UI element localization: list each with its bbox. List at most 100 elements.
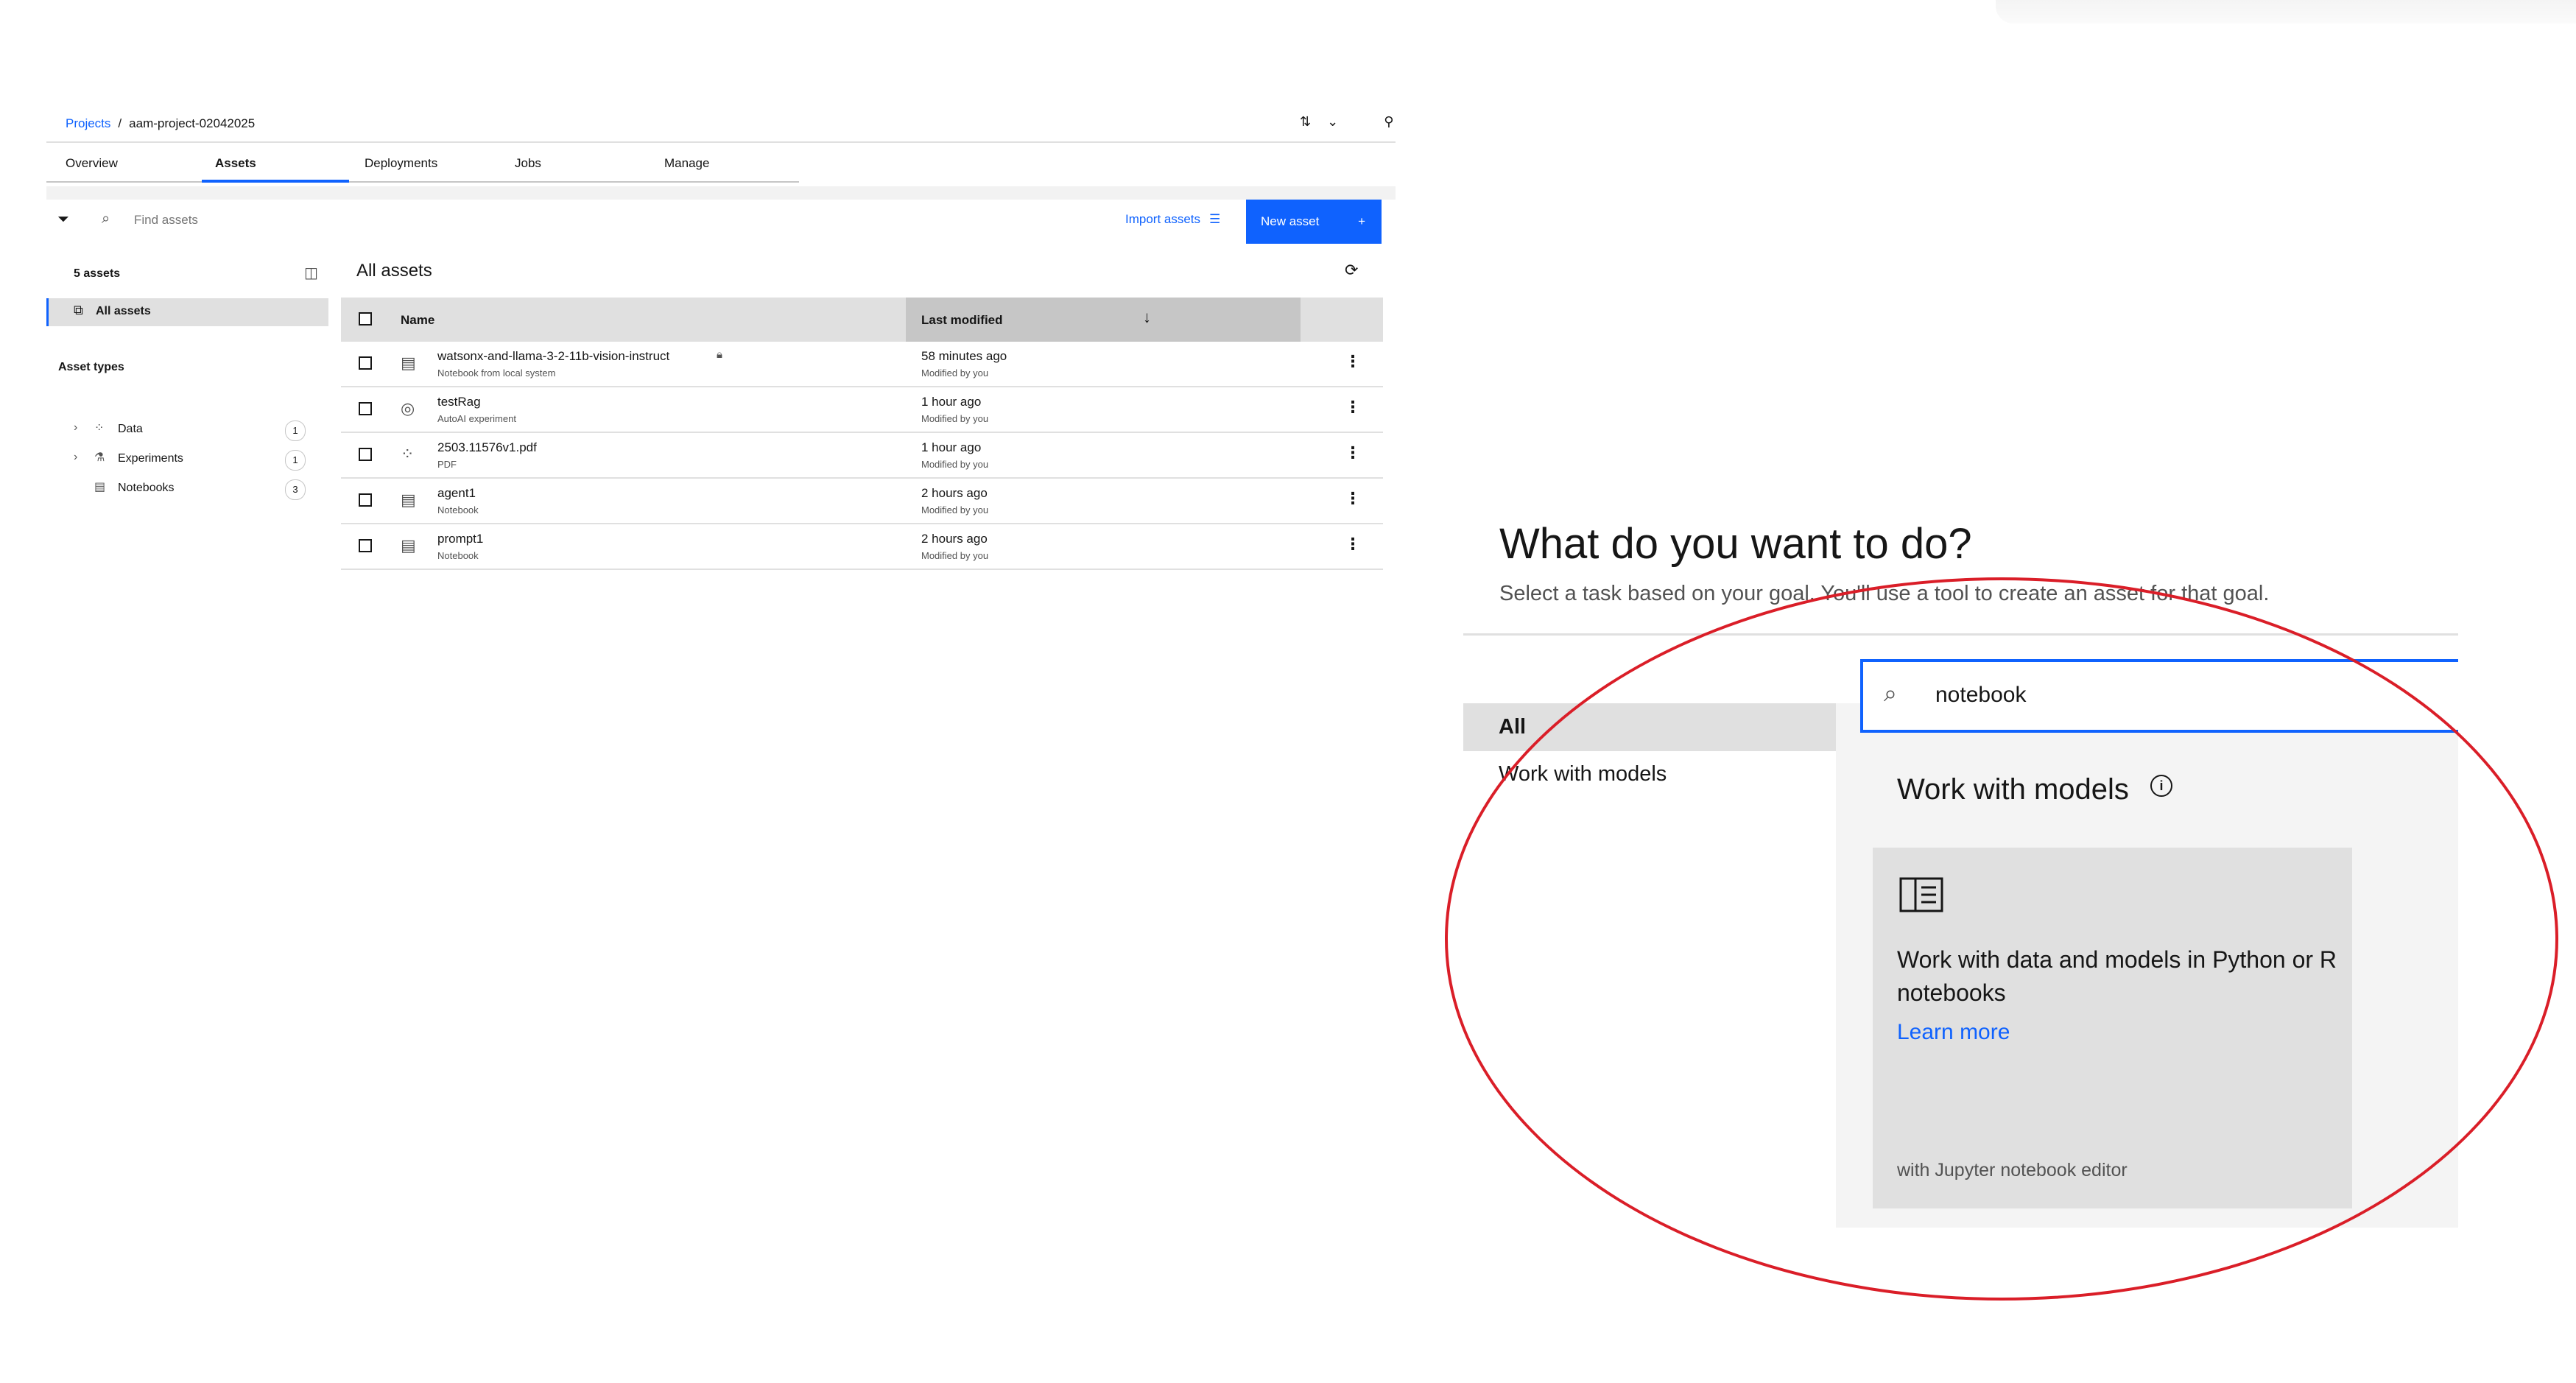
overflow-menu-icon[interactable]: ⋮ [1345,489,1361,508]
row-checkbox[interactable] [359,356,372,370]
sidebar-item-all-assets[interactable]: ⧉ All assets [46,298,328,326]
task-search-input[interactable] [1934,678,2379,712]
asset-name[interactable]: prompt1 [437,532,483,546]
experiment-icon: ◎ [401,399,415,418]
tab-manage[interactable]: Manage [664,156,709,171]
notebook-icon [1899,877,1943,912]
notebook-icon: ▤ [401,353,416,372]
new-asset-button[interactable]: New asset + [1246,200,1382,244]
tab-deployments[interactable]: Deployments [365,156,437,171]
category-label: All [1499,715,1527,739]
info-icon[interactable]: i [2150,775,2172,797]
chevron-right-icon[interactable]: › [74,421,77,434]
asset-name[interactable]: 2503.11576v1.pdf [437,440,537,455]
overflow-menu-icon[interactable]: ⋮ [1345,398,1361,417]
modified-by: Modified by you [921,459,989,470]
search-icon: ⌕ [102,211,110,227]
sidebar-item-notebooks[interactable]: ▤ Notebooks 3 [74,479,306,500]
lock-icon: 🔒︎ [717,348,722,361]
count-badge: 3 [285,479,306,500]
task-dialog-subtitle: Select a task based on your goal. You'll… [1499,582,2270,605]
import-assets-label: Import assets [1125,212,1201,226]
asset-types-heading: Asset types [58,361,124,373]
asset-name[interactable]: testRag [437,395,481,409]
asset-type: Notebook [437,504,479,515]
transfer-icon[interactable]: ⇅ [1300,114,1311,130]
tab-jobs[interactable]: Jobs [515,156,541,171]
chevron-right-icon[interactable]: › [74,451,77,464]
breadcrumb-current: aam-project-02042025 [129,116,256,130]
sidebar-item-label: Data [118,423,143,435]
learn-more-link[interactable]: Learn more [1897,1020,2010,1045]
notebook-icon: ▤ [94,481,106,493]
modified-time: 1 hour ago [921,395,982,409]
column-header-name[interactable]: Name [401,313,434,328]
dialog-divider [1463,633,2458,636]
sort-descending-icon[interactable]: ↓ [1143,308,1151,327]
toolbar-spacer [46,186,1396,200]
modified-by: Modified by you [921,504,989,515]
sidebar-item-data[interactable]: › ⁘ Data 1 [74,420,306,441]
notebook-task-tile[interactable]: Work with data and models in Python or R… [1873,848,2352,1208]
asset-count: 5 assets [74,267,121,280]
header-divider [46,141,1396,143]
count-badge: 1 [285,420,306,441]
new-asset-label: New asset [1261,214,1320,228]
flask-icon: ⚗ [94,451,105,464]
task-search-field[interactable]: ⌕ [1860,659,2458,733]
asset-type: Notebook from local system [437,367,556,379]
tab-overview[interactable]: Overview [66,156,118,171]
import-assets-button[interactable]: Import assets ☰ [1125,212,1220,227]
filter-icon[interactable]: ⏷ [57,211,69,228]
modified-by: Modified by you [921,367,989,379]
overflow-menu-icon[interactable]: ⋮ [1345,443,1361,462]
row-checkbox[interactable] [359,448,372,461]
breadcrumb: Projects / aam-project-02042025 [66,116,255,131]
find-assets-input[interactable] [133,212,504,228]
breadcrumb-separator: / [118,116,122,130]
top-fade [1996,0,2576,24]
asset-name[interactable]: agent1 [437,486,476,501]
assets-icon: ⧉ [74,303,83,317]
chevron-down-icon[interactable]: ⌄ [1327,114,1338,130]
row-checkbox[interactable] [359,539,372,552]
tab-assets[interactable]: Assets [215,156,256,171]
data-icon: ⁘ [401,445,415,463]
table-row[interactable]: ⁘ 2503.11576v1.pdf PDF 1 hour ago Modifi… [341,433,1383,479]
row-checkbox[interactable] [359,402,372,415]
refresh-icon[interactable]: ⟳ [1345,261,1358,280]
select-all-checkbox[interactable] [359,312,372,325]
table-row[interactable]: ◎ testRag AutoAI experiment 1 hour ago M… [341,387,1383,433]
data-icon: ⁘ [94,422,105,434]
modified-time: 1 hour ago [921,440,982,454]
notebook-icon: ▤ [401,490,416,509]
sidebar-item-label: Notebooks [118,482,175,494]
category-all[interactable]: All [1463,703,1836,751]
column-header-last-modified[interactable]: Last modified [921,313,1003,328]
sidebar-item-label: All assets [96,305,151,317]
table-row[interactable]: ▤ agent1 Notebook 2 hours ago Modified b… [341,479,1383,524]
asset-type: AutoAI experiment [437,413,516,424]
row-checkbox[interactable] [359,493,372,507]
overflow-menu-icon[interactable]: ⋮ [1345,535,1361,554]
modified-by: Modified by you [921,413,989,424]
table-row[interactable]: ▤ prompt1 Notebook 2 hours ago Modified … [341,524,1383,570]
page-title: All assets [356,261,432,281]
asset-type: PDF [437,459,457,470]
notebook-icon: ▤ [401,536,416,555]
tile-footer: with Jupyter notebook editor [1897,1160,2128,1180]
pin-icon[interactable]: ⚲ [1384,114,1393,130]
add-icon: + [1358,214,1365,228]
search-icon: ⌕ [1884,680,1897,706]
section-title: Work with models [1897,773,2129,806]
overflow-menu-icon[interactable]: ⋮ [1345,352,1361,371]
task-dialog-title: What do you want to do? [1499,520,1972,568]
sidebar-item-experiments[interactable]: › ⚗ Experiments 1 [74,449,306,471]
modified-by: Modified by you [921,550,989,561]
table-row[interactable]: ▤ watsonx-and-llama-3-2-11b-vision-instr… [341,342,1383,387]
panel-toggle-icon[interactable]: ◫ [304,264,318,282]
asset-name[interactable]: watsonx-and-llama-3-2-11b-vision-instruc… [437,349,669,364]
category-work-with-models[interactable]: Work with models [1499,762,1667,786]
modified-time: 2 hours ago [921,486,988,500]
breadcrumb-projects-link[interactable]: Projects [66,116,110,131]
